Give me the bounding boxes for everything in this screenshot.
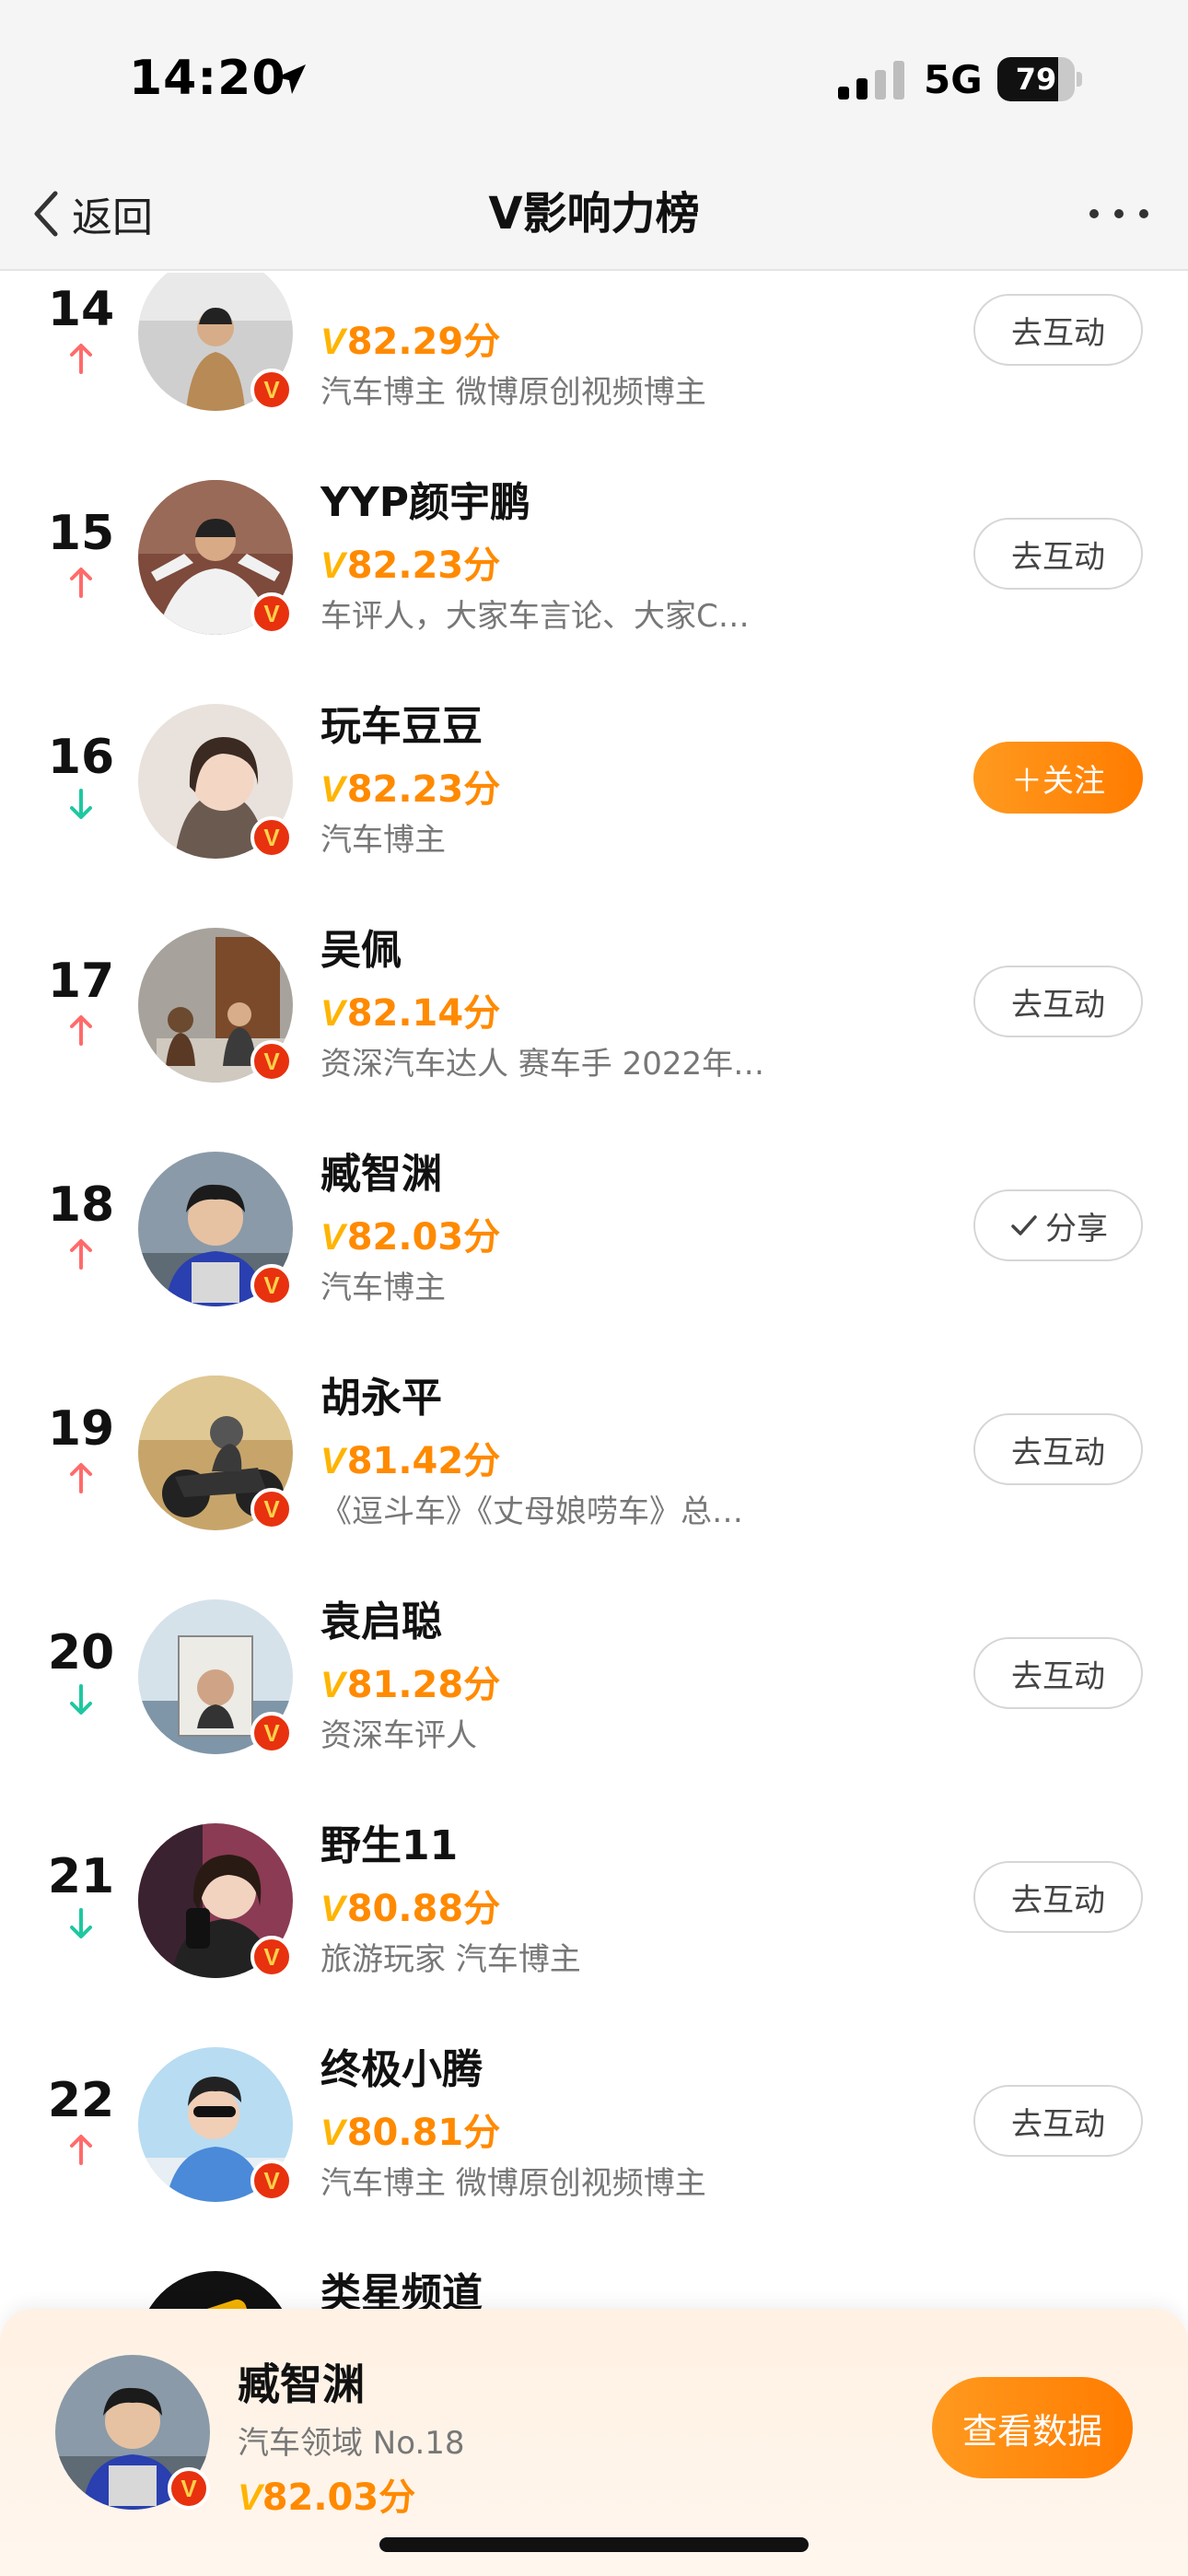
rank-number: 15 [47,506,115,561]
battery-level: 79 [1015,62,1057,97]
verified-badge-icon: V [250,1488,293,1530]
user-description: 汽车博主 [320,1270,446,1306]
my-name: 臧智渊 [238,2359,365,2409]
rank-up-arrow-icon [70,568,92,598]
verified-badge-icon: V [250,816,293,859]
user-name[interactable]: 吴佩 [320,917,402,976]
interact-button[interactable]: 去互动 [973,294,1143,366]
user-description: 车评人，大家车言论、大家C… [320,598,750,635]
interact-button[interactable]: 去互动 [973,1637,1143,1709]
verified-badge-icon: V [250,592,293,635]
rank-up-arrow-icon [70,344,92,374]
user-description: 汽车博主 [320,822,446,859]
list-item[interactable]: 16 V 玩车豆豆 V82.23分 汽车博主 ＋关注 [0,669,1188,893]
share-button[interactable]: 分享 [973,1189,1143,1261]
more-options-icon[interactable] [1085,195,1153,232]
my-score: V82.03分 [238,2476,416,2519]
user-description: 《逗斗车》《丈母娘唠车》总… [320,1493,743,1530]
status-bar: 14:20 5G 79 [0,0,1188,157]
influence-score: V82.23分 [320,768,501,811]
rank-number: 21 [47,1849,115,1904]
check-icon [1011,1215,1037,1235]
list-item[interactable]: 22 V 终极小腾 V80.81分 汽车博主 微博原创视频博主 去互动 [0,2012,1188,2236]
page-title: V影响力榜 [488,188,700,240]
user-description: 资深车评人 [320,1717,477,1754]
verified-badge-icon: V [250,1040,293,1083]
user-description: 汽车博主 微博原创视频博主 [320,2165,706,2202]
rank-number: 22 [47,2073,115,2128]
list-item[interactable]: 20 V 袁启聪 V81.28分 资深车评人 去互动 [0,1564,1188,1788]
verified-badge-icon: V [250,2160,293,2202]
rank-up-arrow-icon [70,2135,92,2165]
rank-number: 16 [47,730,115,785]
influence-score: V80.81分 [320,2112,501,2154]
rank-up-arrow-icon [70,1463,92,1493]
location-arrow-icon [276,64,306,94]
user-name[interactable]: 玩车豆豆 [320,693,483,752]
interact-button[interactable]: 去互动 [973,2085,1143,2157]
interact-button[interactable]: 去互动 [973,966,1143,1037]
influence-score: V82.29分 [320,321,501,363]
influence-score: V81.42分 [320,1440,501,1482]
rank-number: 17 [47,954,115,1009]
rank-down-arrow-icon [70,789,92,819]
interact-button[interactable]: 去互动 [973,1413,1143,1485]
rank-number: 19 [47,1401,115,1457]
user-description: 汽车博主 微博原创视频博主 [320,374,706,411]
my-ranking-card: V 臧智渊 汽车领域 No.18 V82.03分 查看数据 [0,2309,1188,2576]
influence-score: V82.23分 [320,544,501,587]
rank-up-arrow-icon [70,1015,92,1046]
user-name[interactable]: 野生11 [320,1812,458,1871]
rank-up-arrow-icon [70,1239,92,1270]
list-item[interactable]: 17 V 吴佩 V82.14分 资深汽车达人 赛车手 2022年… 去互动 [0,893,1188,1117]
influence-score: V80.88分 [320,1888,501,1930]
user-name[interactable]: YYP颜宇鹏 [320,469,530,528]
network-type: 5G [924,57,983,102]
rank-number: 14 [47,282,115,337]
navigation-bar: 返回 V影响力榜 [0,157,1188,271]
list-item[interactable]: 21 V 野生11 V80.88分 旅游玩家 汽车博主 去互动 [0,1788,1188,2012]
user-name[interactable]: 臧智渊 [320,1141,442,1200]
rank-number: 18 [47,1177,115,1233]
rank-number: 20 [47,1625,115,1680]
influence-score: V82.14分 [320,992,501,1035]
influence-score: V81.28分 [320,1664,501,1706]
list-item[interactable]: 14 V V82.29分 汽车博主 微博原创视频博主 去互动 [0,273,1188,445]
list-item[interactable]: 19 V 胡永平 V81.42分 《逗斗车》《丈母娘唠车》总… 去互动 [0,1341,1188,1564]
verified-badge-icon: V [250,1264,293,1306]
user-name[interactable]: 袁启聪 [320,1588,442,1647]
influence-score: V82.03分 [320,1216,501,1259]
follow-button[interactable]: ＋关注 [973,742,1143,814]
user-name[interactable]: 胡永平 [320,1364,442,1423]
user-description: 旅游玩家 汽车博主 [320,1941,581,1978]
list-item[interactable]: V 类星频道 [0,2236,1188,2309]
list-item[interactable]: 15 V YYP颜宇鹏 V82.23分 车评人，大家车言论、大家C… 去互动 [0,445,1188,669]
home-indicator[interactable] [379,2537,809,2552]
view-data-button[interactable]: 查看数据 [932,2377,1133,2478]
interact-button[interactable]: 去互动 [973,1861,1143,1933]
my-domain-rank: 汽车领域 No.18 [238,2425,465,2462]
rank-down-arrow-icon [70,1908,92,1938]
cellular-signal-icon [838,61,904,100]
user-description: 资深汽车达人 赛车手 2022年… [320,1046,765,1083]
rank-down-arrow-icon [70,1684,92,1715]
user-name[interactable]: 类星频道 [320,2260,483,2309]
verified-badge-icon: V [250,1712,293,1754]
battery-icon: 79 [997,57,1082,101]
clock: 14:20 [129,51,286,106]
verified-badge-icon: V [250,369,293,411]
user-name[interactable]: 终极小腾 [320,2036,483,2095]
list-item[interactable]: 18 V 臧智渊 V82.03分 汽车博主 分享 [0,1117,1188,1341]
verified-badge-icon: V [168,2467,210,2510]
ranking-list[interactable]: 14 V V82.29分 汽车博主 微博原创视频博主 去互动 15 V YYP颜… [0,273,1188,2309]
verified-badge-icon: V [250,1936,293,1978]
avatar[interactable] [138,2271,293,2309]
interact-button[interactable]: 去互动 [973,518,1143,590]
